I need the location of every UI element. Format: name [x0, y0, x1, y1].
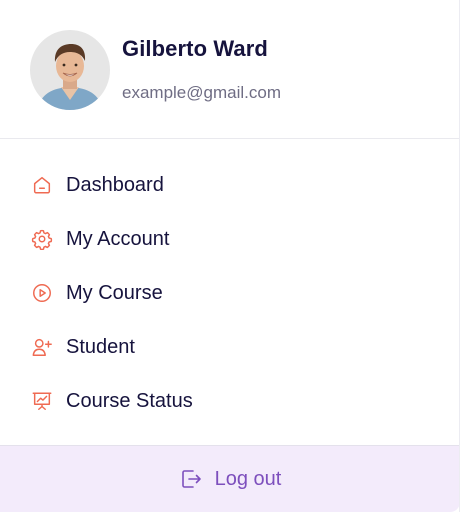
profile-header: Gilberto Ward example@gmail.com [0, 0, 459, 139]
user-email: example@gmail.com [122, 83, 281, 102]
presentation-chart-icon [30, 389, 54, 413]
user-name: Gilberto Ward [122, 36, 268, 61]
menu-item-dashboard[interactable]: Dashboard [0, 158, 459, 212]
menu-label: My Account [66, 227, 170, 250]
home-icon [30, 173, 54, 197]
play-circle-icon [30, 281, 54, 305]
avatar[interactable] [30, 30, 110, 110]
menu-item-student[interactable]: Student [0, 320, 459, 374]
logout-button[interactable]: Log out [0, 445, 459, 512]
menu-label: Dashboard [66, 173, 164, 196]
menu-item-my-account[interactable]: My Account [0, 212, 459, 266]
profile-menu-panel: Gilberto Ward example@gmail.com Dashboar… [0, 0, 460, 512]
logout-icon [179, 467, 203, 491]
nav-menu: Dashboard My Account My Course Student C… [0, 158, 459, 428]
menu-item-my-course[interactable]: My Course [0, 266, 459, 320]
gear-icon [30, 227, 54, 251]
menu-label: My Course [66, 281, 163, 304]
menu-item-course-status[interactable]: Course Status [0, 374, 459, 428]
avatar-photo [30, 30, 110, 110]
menu-label: Course Status [66, 389, 193, 412]
user-plus-icon [30, 335, 54, 359]
menu-label: Student [66, 335, 135, 358]
logout-label: Log out [214, 467, 282, 490]
